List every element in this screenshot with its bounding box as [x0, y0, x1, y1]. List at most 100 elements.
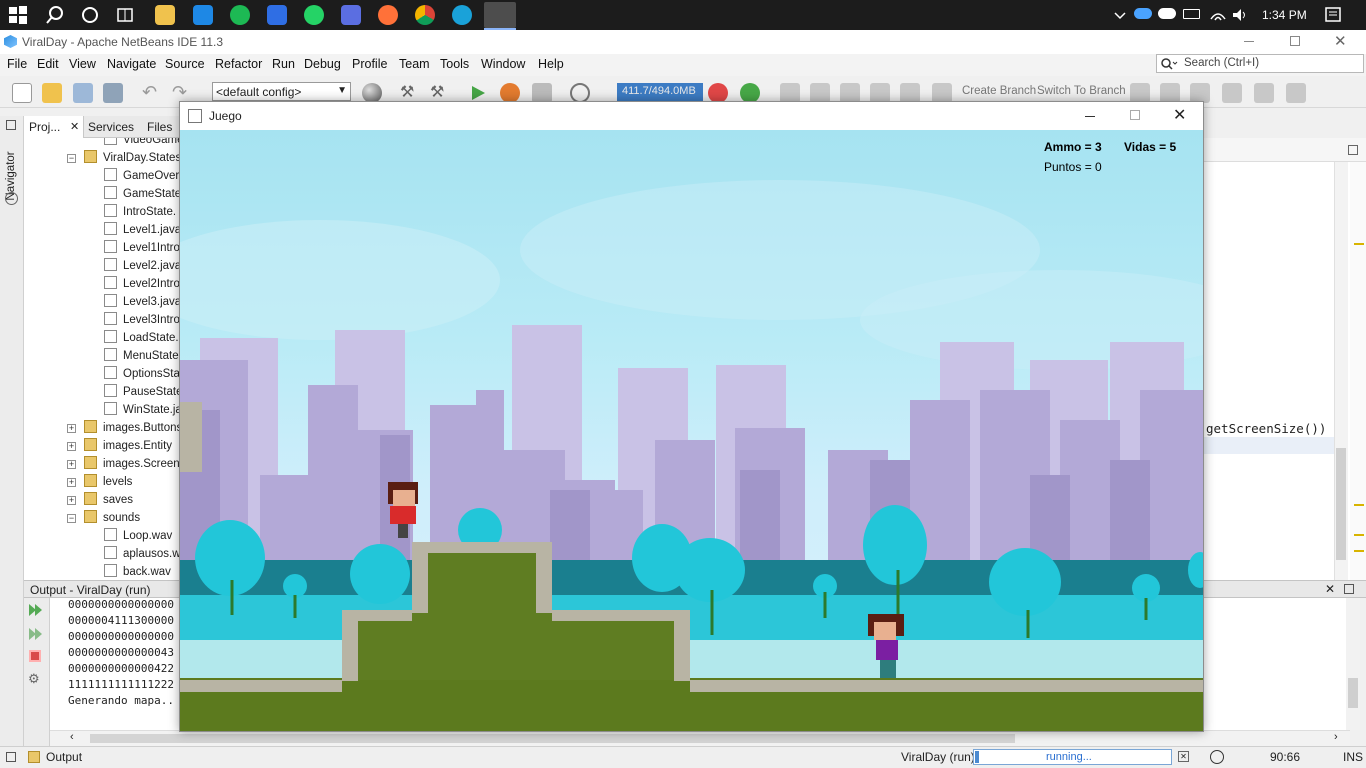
- windows-start-icon[interactable]: [8, 5, 28, 25]
- notifications-balloon-icon[interactable]: [1210, 750, 1224, 764]
- scroll-thumb[interactable]: [1336, 448, 1346, 560]
- tree-node[interactable]: + images.Screen: [67, 456, 180, 474]
- menu-window[interactable]: Window: [481, 57, 525, 71]
- cortana-icon[interactable]: [80, 5, 100, 25]
- chevron-up-icon[interactable]: [1110, 5, 1130, 25]
- cancel-task-icon[interactable]: ✕: [1178, 751, 1189, 762]
- tree-node[interactable]: MenuState: [104, 348, 179, 366]
- redo-icon[interactable]: ↷: [172, 83, 192, 103]
- notifications-icon[interactable]: [1323, 5, 1343, 25]
- minimize-icon[interactable]: [1244, 41, 1254, 42]
- restore-icon[interactable]: [1290, 36, 1300, 46]
- tree-node[interactable]: − ViralDay.States: [67, 150, 180, 168]
- tree-node[interactable]: WinState.ja: [104, 402, 180, 420]
- clean-build-icon[interactable]: ⚒: [430, 83, 450, 103]
- tree-node[interactable]: Level1.java: [104, 222, 180, 240]
- collapse-icon[interactable]: −: [67, 154, 76, 163]
- profile-icon[interactable]: [532, 83, 552, 103]
- output-close-icon[interactable]: ✕: [1325, 582, 1335, 596]
- menu-edit[interactable]: Edit: [37, 57, 59, 71]
- hscroll-thumb[interactable]: [90, 734, 1015, 743]
- todo-icon[interactable]: [267, 5, 287, 25]
- git-revert-icon[interactable]: [840, 83, 860, 103]
- git-remote-icon[interactable]: [1254, 83, 1274, 103]
- firefox-icon[interactable]: [378, 5, 398, 25]
- tree-node[interactable]: GameOverS: [104, 168, 180, 186]
- edge-icon[interactable]: [452, 5, 472, 25]
- volume-icon[interactable]: [1230, 5, 1250, 25]
- output-scroll-thumb[interactable]: [1348, 678, 1358, 708]
- git-diff-icon[interactable]: [810, 83, 830, 103]
- build-icon[interactable]: ⚒: [400, 83, 420, 103]
- tree-node[interactable]: − sounds: [67, 510, 140, 528]
- battery-icon[interactable]: [1183, 9, 1200, 19]
- output-hscrollbar[interactable]: ‹ ›: [50, 730, 1350, 746]
- clock-icon[interactable]: [570, 83, 590, 103]
- expand-icon[interactable]: +: [67, 496, 76, 505]
- config-select[interactable]: <default config> ▼: [212, 82, 351, 101]
- tree-node[interactable]: + images.Entity: [67, 438, 172, 456]
- git-pull-icon[interactable]: [1130, 83, 1150, 103]
- task-view-icon[interactable]: [115, 5, 135, 25]
- scroll-right-icon[interactable]: ›: [1334, 731, 1338, 743]
- navigator-icon[interactable]: [5, 192, 18, 205]
- expand-icon[interactable]: +: [67, 424, 76, 433]
- debug-icon[interactable]: [500, 83, 520, 103]
- menu-profile[interactable]: Profile: [352, 57, 387, 71]
- menu-refactor[interactable]: Refactor: [215, 57, 262, 71]
- undo-icon[interactable]: ↶: [142, 83, 162, 103]
- output-restore-icon[interactable]: [1344, 584, 1354, 594]
- new-project-icon[interactable]: [42, 83, 62, 103]
- tree-node[interactable]: Level2Intro: [104, 276, 180, 294]
- stop-icon[interactable]: [29, 650, 41, 662]
- expand-icon[interactable]: +: [67, 478, 76, 487]
- output-vscrollbar[interactable]: [1346, 598, 1360, 730]
- restore-window-icon[interactable]: [6, 752, 16, 762]
- split-icon[interactable]: [1348, 145, 1358, 155]
- git-push-icon[interactable]: [1160, 83, 1180, 103]
- game-maximize-icon[interactable]: [1130, 110, 1140, 120]
- expand-icon[interactable]: +: [67, 442, 76, 451]
- git-commit-icon[interactable]: [780, 83, 800, 103]
- tree-node[interactable]: back.wav: [104, 564, 171, 580]
- tree-node[interactable]: Level2.java: [104, 258, 180, 276]
- status-output-tab[interactable]: Output: [46, 750, 82, 764]
- output-title[interactable]: Output - ViralDay (run): [30, 583, 151, 597]
- globe-icon[interactable]: [362, 83, 382, 103]
- expand-icon[interactable]: +: [67, 460, 76, 469]
- close-icon[interactable]: ✕: [1334, 32, 1347, 50]
- collapse-icon[interactable]: −: [67, 514, 76, 523]
- tab-projects[interactable]: Proj... ✕: [24, 116, 84, 138]
- spotify-icon[interactable]: [230, 5, 250, 25]
- menu-view[interactable]: View: [69, 57, 96, 71]
- menu-navigate[interactable]: Navigate: [107, 57, 156, 71]
- tree-node[interactable]: IntroState.: [104, 204, 176, 222]
- tree-node[interactable]: PauseState: [104, 384, 180, 402]
- switch-branch-button[interactable]: Switch To Branch: [1037, 85, 1126, 97]
- menu-tools[interactable]: Tools: [440, 57, 469, 71]
- mail-icon[interactable]: [193, 5, 213, 25]
- tree-node[interactable]: Level1Intro: [104, 240, 180, 258]
- git-sync-icon[interactable]: [1286, 83, 1306, 103]
- tree-node[interactable]: Level3.java: [104, 294, 180, 312]
- tab-close-icon[interactable]: ✕: [70, 120, 79, 133]
- rerun-different-icon[interactable]: [28, 627, 44, 644]
- memory-indicator[interactable]: 411.7/494.0MB: [617, 83, 703, 101]
- file-explorer-icon[interactable]: [155, 5, 175, 25]
- gc-alt-icon[interactable]: [740, 83, 760, 103]
- tree-node[interactable]: LoadState.: [104, 330, 179, 348]
- settings-icon[interactable]: ⚙: [28, 671, 40, 687]
- tree-node[interactable]: aplausos.w: [104, 546, 180, 564]
- security-icon[interactable]: [341, 5, 361, 25]
- tab-files[interactable]: Files: [147, 120, 172, 134]
- tree-node[interactable]: + levels: [67, 474, 132, 492]
- menu-source[interactable]: Source: [165, 57, 205, 71]
- onedrive-icon[interactable]: [1134, 8, 1152, 19]
- tree-node[interactable]: GameState: [104, 186, 180, 204]
- tab-services[interactable]: Services: [88, 120, 134, 134]
- git-annotate-icon[interactable]: [900, 83, 920, 103]
- search-icon[interactable]: [45, 5, 65, 25]
- whatsapp-icon[interactable]: [304, 5, 324, 25]
- tree-node[interactable]: + images.Buttons: [67, 420, 180, 438]
- tree-node[interactable]: VideoGame: [104, 138, 180, 150]
